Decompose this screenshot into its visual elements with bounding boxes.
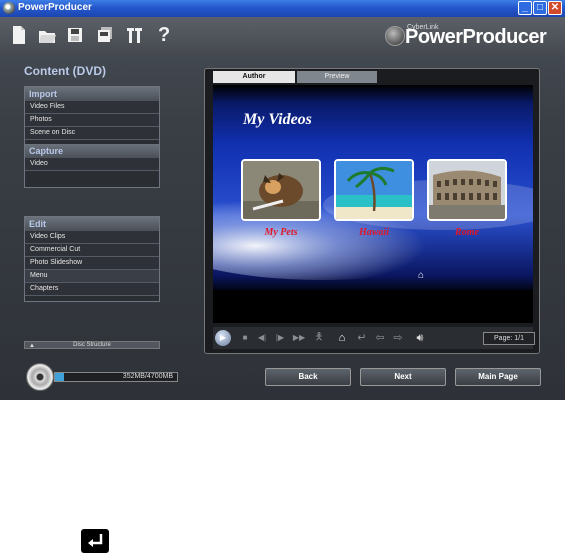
menu-item-photos[interactable]: Photos [25,114,159,127]
save-icon[interactable] [66,25,84,45]
fast-forward-icon[interactable]: ▶▶ [291,331,307,345]
arrow-right-icon[interactable]: ⇨ [391,331,405,345]
save-as-icon[interactable] [96,25,114,45]
back-button[interactable]: Back [265,368,351,386]
menu-preview-screen: My Videos My Pets Hawaii Rome ⌂ [213,85,533,323]
menu-item-scene-on-disc[interactable]: Scene on Disc [25,127,159,140]
next-frame-icon[interactable]: |▶ [273,331,287,345]
stop-icon[interactable]: ■ [239,331,251,345]
edit-header: Edit [25,217,159,231]
menu-home-icon[interactable]: ⌂ [418,270,424,281]
thumbnail-my-pets[interactable] [241,159,321,221]
capacity-fill [55,373,65,381]
disc-structure-label: Disc Structure [73,342,111,348]
capture-header: Capture [25,144,159,158]
menu-item-video[interactable]: Video [25,158,159,171]
import-header: Import [25,87,159,101]
home-icon[interactable]: ⌂ [335,331,349,345]
tab-preview[interactable]: Preview [297,71,377,83]
new-file-icon[interactable] [10,25,28,45]
disc-capacity-bar: 352MB/4700MB [54,372,178,382]
menu-item-video-clips[interactable]: Video Clips [25,231,159,244]
volume-icon[interactable]: 🔊︎ [413,331,427,345]
thumbnail-label-rome: Rome [455,227,479,238]
menu-item-commercial-cut[interactable]: Commercial Cut [25,244,159,257]
minimize-button[interactable]: _ [518,1,532,15]
menu-item-menu[interactable]: Menu [25,270,159,283]
cyberlink-logo-icon [385,26,405,46]
walk-icon[interactable]: 🯅 [313,331,325,345]
beach-photo-icon [336,161,412,219]
app-icon [3,2,15,14]
brand-logo: CyberLink PowerProducer [385,24,555,50]
next-button[interactable]: Next [360,368,446,386]
menu-item-photo-slideshow[interactable]: Photo Slideshow [25,257,159,270]
settings-tools-icon[interactable] [126,25,144,45]
toolbar: ? CyberLink PowerProducer [0,17,565,55]
powerproducer-window: PowerProducer _ □ ✕ ? CyberLink PowerPro… [0,0,565,400]
menu-item-chapters[interactable]: Chapters [25,283,159,296]
dog-photo-icon [243,161,319,219]
menu-item-video-files[interactable]: Video Files [25,101,159,114]
menu-title: My Videos [243,111,312,128]
content-title: Content (DVD) [24,64,106,78]
help-icon[interactable]: ? [158,25,176,45]
disc-icon [26,363,54,391]
close-button[interactable]: ✕ [548,1,562,15]
open-folder-icon[interactable] [38,25,56,45]
return-icon[interactable]: ↵ [355,331,369,345]
edit-group: Edit Video Clips Commercial Cut Photo Sl… [24,216,160,302]
thumbnail-label-my-pets: My Pets [264,227,298,238]
enter-key-icon [81,529,109,553]
playback-controls: ▶ ■ ◀| |▶ ▶▶ 🯅 ⌂ ↵ ⇦ ⇨ 🔊︎ Page: 1/1 [213,327,535,349]
thumbnail-hawaii[interactable] [334,159,414,221]
maximize-button[interactable]: □ [533,1,547,15]
preview-panel: Author Preview My Videos My Pets Hawaii … [204,68,540,354]
capacity-text: 352MB/4700MB [122,373,173,380]
arrow-up-icon: ▲ [29,343,35,349]
previous-frame-icon[interactable]: ◀| [255,331,269,345]
tab-author[interactable]: Author [213,71,295,83]
disc-structure-button[interactable]: ▲ Disc Structure [24,341,160,349]
play-icon[interactable]: ▶ [215,330,231,346]
title-bar: PowerProducer _ □ ✕ [0,0,565,17]
colosseum-photo-icon [429,161,505,219]
main-page-button[interactable]: Main Page [455,368,541,386]
thumbnail-label-hawaii: Hawaii [358,227,389,238]
window-title: PowerProducer [18,2,92,13]
import-capture-group: Import Video Files Photos Scene on Disc … [24,86,160,188]
brand-name: PowerProducer [405,26,547,48]
arrow-left-icon[interactable]: ⇦ [373,331,387,345]
page-indicator: Page: 1/1 [483,332,535,345]
thumbnail-rome[interactable] [427,159,507,221]
